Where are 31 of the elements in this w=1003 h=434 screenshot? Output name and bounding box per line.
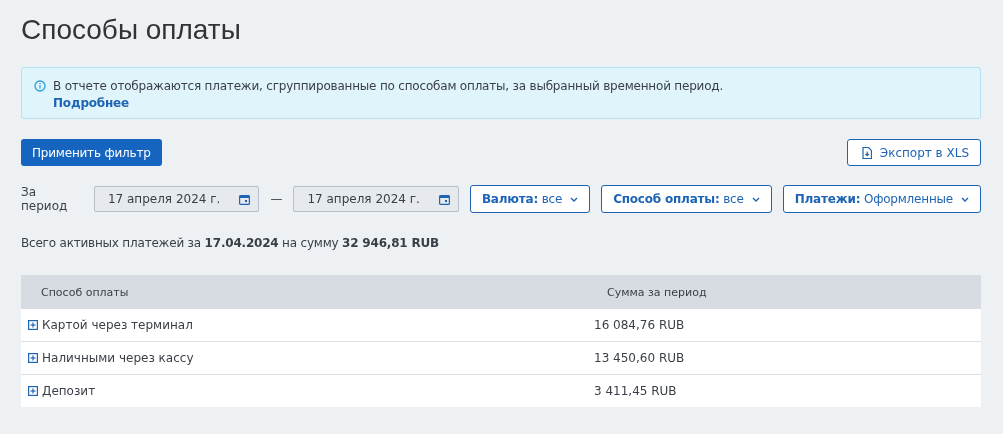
date-from-field[interactable]: 17 апреля 2024 г. xyxy=(93,186,260,212)
info-icon xyxy=(34,80,46,92)
more-link[interactable]: Подробнее xyxy=(53,95,724,112)
table-cell: Наличными через кассу xyxy=(42,351,194,365)
table-cell: 3 411,45 RUB xyxy=(594,384,677,398)
filter-dropdown[interactable]: Платежи: Оформленные xyxy=(782,185,981,213)
page-title: Способы оплаты xyxy=(21,13,242,47)
table-cell: Депозит xyxy=(42,384,96,398)
column-header: Способ оплаты xyxy=(40,285,130,299)
apply-filter-button[interactable]: Применить фильтр xyxy=(21,139,162,166)
table-cell: 16 084,76 RUB xyxy=(594,318,685,332)
date-to-field[interactable]: 17 апреля 2024 г. xyxy=(293,186,459,212)
expand-icon[interactable] xyxy=(28,386,38,396)
chevron-down-icon xyxy=(961,196,969,202)
export-button[interactable]: Экспорт в XLS xyxy=(846,139,981,166)
chevron-down-icon xyxy=(570,196,579,202)
chevron-down-icon xyxy=(751,196,760,202)
summary-text: Всего активных платежей за 17.04.2024 на сумму 32 946,81 RUB xyxy=(21,236,440,250)
column-header: Сумма за период xyxy=(607,285,707,299)
table-cell: Картой через терминал xyxy=(42,318,193,332)
date-separator: — xyxy=(270,192,283,206)
document-download-icon xyxy=(861,146,872,159)
period-label: За период xyxy=(21,185,69,213)
calendar-icon xyxy=(438,193,450,205)
expand-icon[interactable] xyxy=(28,320,38,330)
filter-dropdown[interactable]: Валюта: все xyxy=(469,185,591,213)
expand-icon[interactable] xyxy=(28,353,38,363)
info-text: В отчете отображаются платежи, сгруппированные по способам оплаты, за выбранный временной период. xyxy=(53,78,724,95)
calendar-icon xyxy=(239,193,251,205)
table-cell: 13 450,60 RUB xyxy=(594,351,685,365)
filter-dropdown[interactable]: Способ оплаты: все xyxy=(601,185,772,213)
